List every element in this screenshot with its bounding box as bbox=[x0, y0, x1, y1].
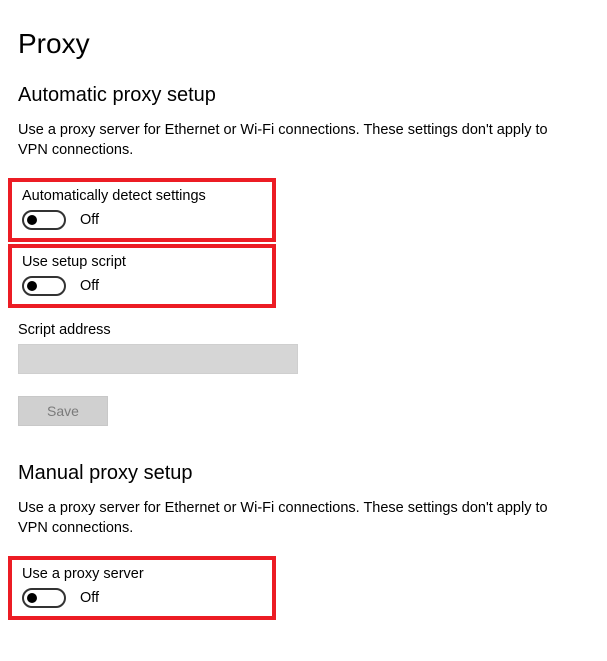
highlight-auto-detect: Automatically detect settings Off bbox=[8, 178, 276, 242]
use-proxy-state: Off bbox=[80, 590, 99, 606]
toggle-knob-icon bbox=[27, 593, 37, 603]
auto-detect-state: Off bbox=[80, 212, 99, 228]
setup-script-state: Off bbox=[80, 278, 99, 294]
manual-setup-heading: Manual proxy setup bbox=[0, 462, 607, 485]
use-proxy-label: Use a proxy server bbox=[22, 566, 262, 582]
script-address-label: Script address bbox=[0, 322, 607, 338]
setup-script-label: Use setup script bbox=[22, 254, 262, 270]
auto-detect-toggle[interactable] bbox=[22, 210, 66, 230]
toggle-knob-icon bbox=[27, 215, 37, 225]
manual-setup-description: Use a proxy server for Ethernet or Wi-Fi… bbox=[0, 499, 607, 538]
save-button[interactable]: Save bbox=[18, 396, 108, 426]
setup-script-toggle[interactable] bbox=[22, 276, 66, 296]
page-title: Proxy bbox=[0, 0, 607, 60]
highlight-use-proxy: Use a proxy server Off bbox=[8, 556, 276, 620]
toggle-knob-icon bbox=[27, 281, 37, 291]
use-proxy-toggle[interactable] bbox=[22, 588, 66, 608]
automatic-setup-heading: Automatic proxy setup bbox=[0, 84, 607, 107]
automatic-setup-description: Use a proxy server for Ethernet or Wi-Fi… bbox=[0, 121, 607, 160]
highlight-setup-script: Use setup script Off bbox=[8, 244, 276, 308]
auto-detect-label: Automatically detect settings bbox=[22, 188, 262, 204]
script-address-input[interactable] bbox=[18, 344, 298, 374]
